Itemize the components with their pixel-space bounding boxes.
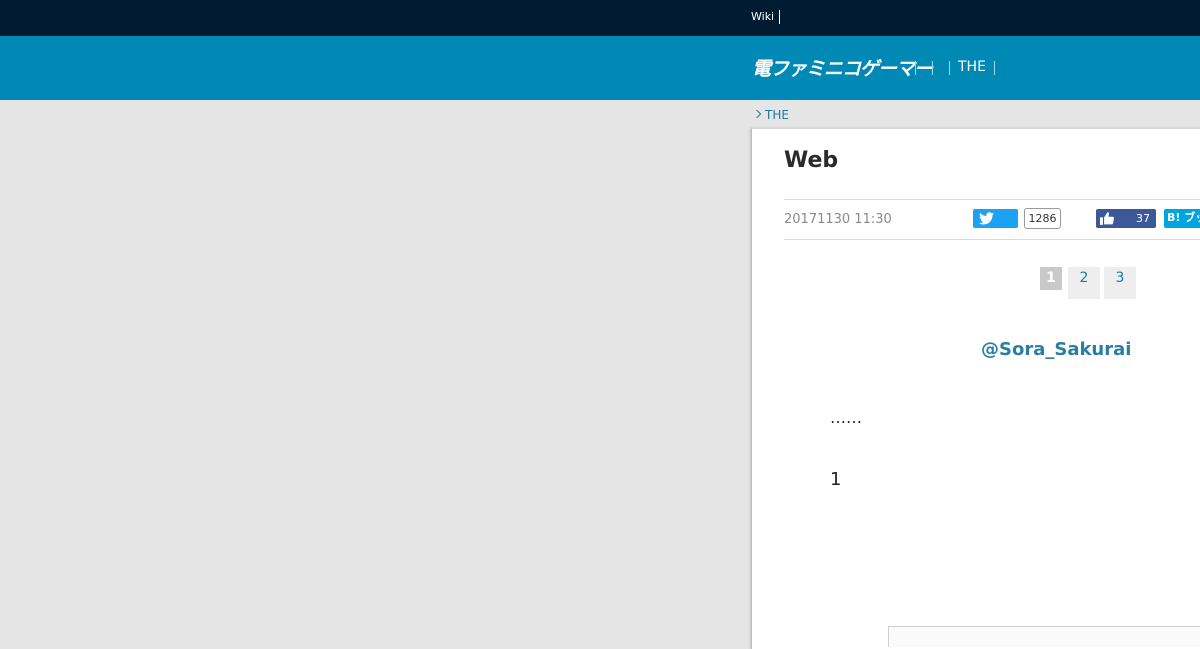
- site-header: 電ファミニコゲーマー THE: [0, 36, 1200, 100]
- article-title: Web: [784, 148, 839, 173]
- article-card: Web 20171130 11:30 1286 37 B! ブックマーク 1 2…: [751, 128, 1200, 649]
- article-paragraph: 1: [830, 469, 842, 490]
- breadcrumb-label: THE: [765, 108, 789, 122]
- logo-text: 電ファミニコゲーマー: [752, 58, 933, 80]
- nav-item-2[interactable]: [932, 61, 933, 75]
- embedded-content-frame: [888, 626, 1200, 647]
- top-utility-bar: Wiki: [0, 0, 1200, 36]
- hatena-bookmark-label: B! ブックマーク: [1167, 211, 1200, 224]
- nav-item-1[interactable]: [915, 61, 916, 75]
- twitter-bird-icon: [979, 212, 994, 225]
- publish-date: 20171130 11:30: [784, 212, 892, 227]
- site-logo[interactable]: 電ファミニコゲーマー: [752, 56, 933, 82]
- nav-item-the[interactable]: THE: [949, 59, 995, 75]
- facebook-like-button[interactable]: 37: [1096, 209, 1156, 228]
- like-count: 37: [1136, 212, 1150, 225]
- chevron-right-icon: [752, 109, 762, 119]
- page-2-link[interactable]: 2: [1068, 267, 1100, 299]
- wiki-link[interactable]: Wiki: [751, 10, 781, 24]
- nav-item-label: THE: [958, 59, 986, 75]
- breadcrumb[interactable]: THE: [752, 107, 789, 123]
- page-3-link[interactable]: 3: [1104, 267, 1136, 299]
- page-1-current: 1: [1040, 267, 1062, 290]
- tweet-count: 1286: [1024, 208, 1061, 229]
- article-meta-bar: 20171130 11:30 1286 37 B! ブックマーク: [784, 199, 1200, 240]
- tweet-button[interactable]: [973, 209, 1018, 228]
- thumbs-up-icon: [1100, 212, 1114, 225]
- article-paragraph: ……: [830, 408, 862, 427]
- twitter-handle-link[interactable]: @Sora_Sakurai: [981, 339, 1131, 360]
- hatena-bookmark-button[interactable]: B! ブックマーク: [1164, 209, 1200, 228]
